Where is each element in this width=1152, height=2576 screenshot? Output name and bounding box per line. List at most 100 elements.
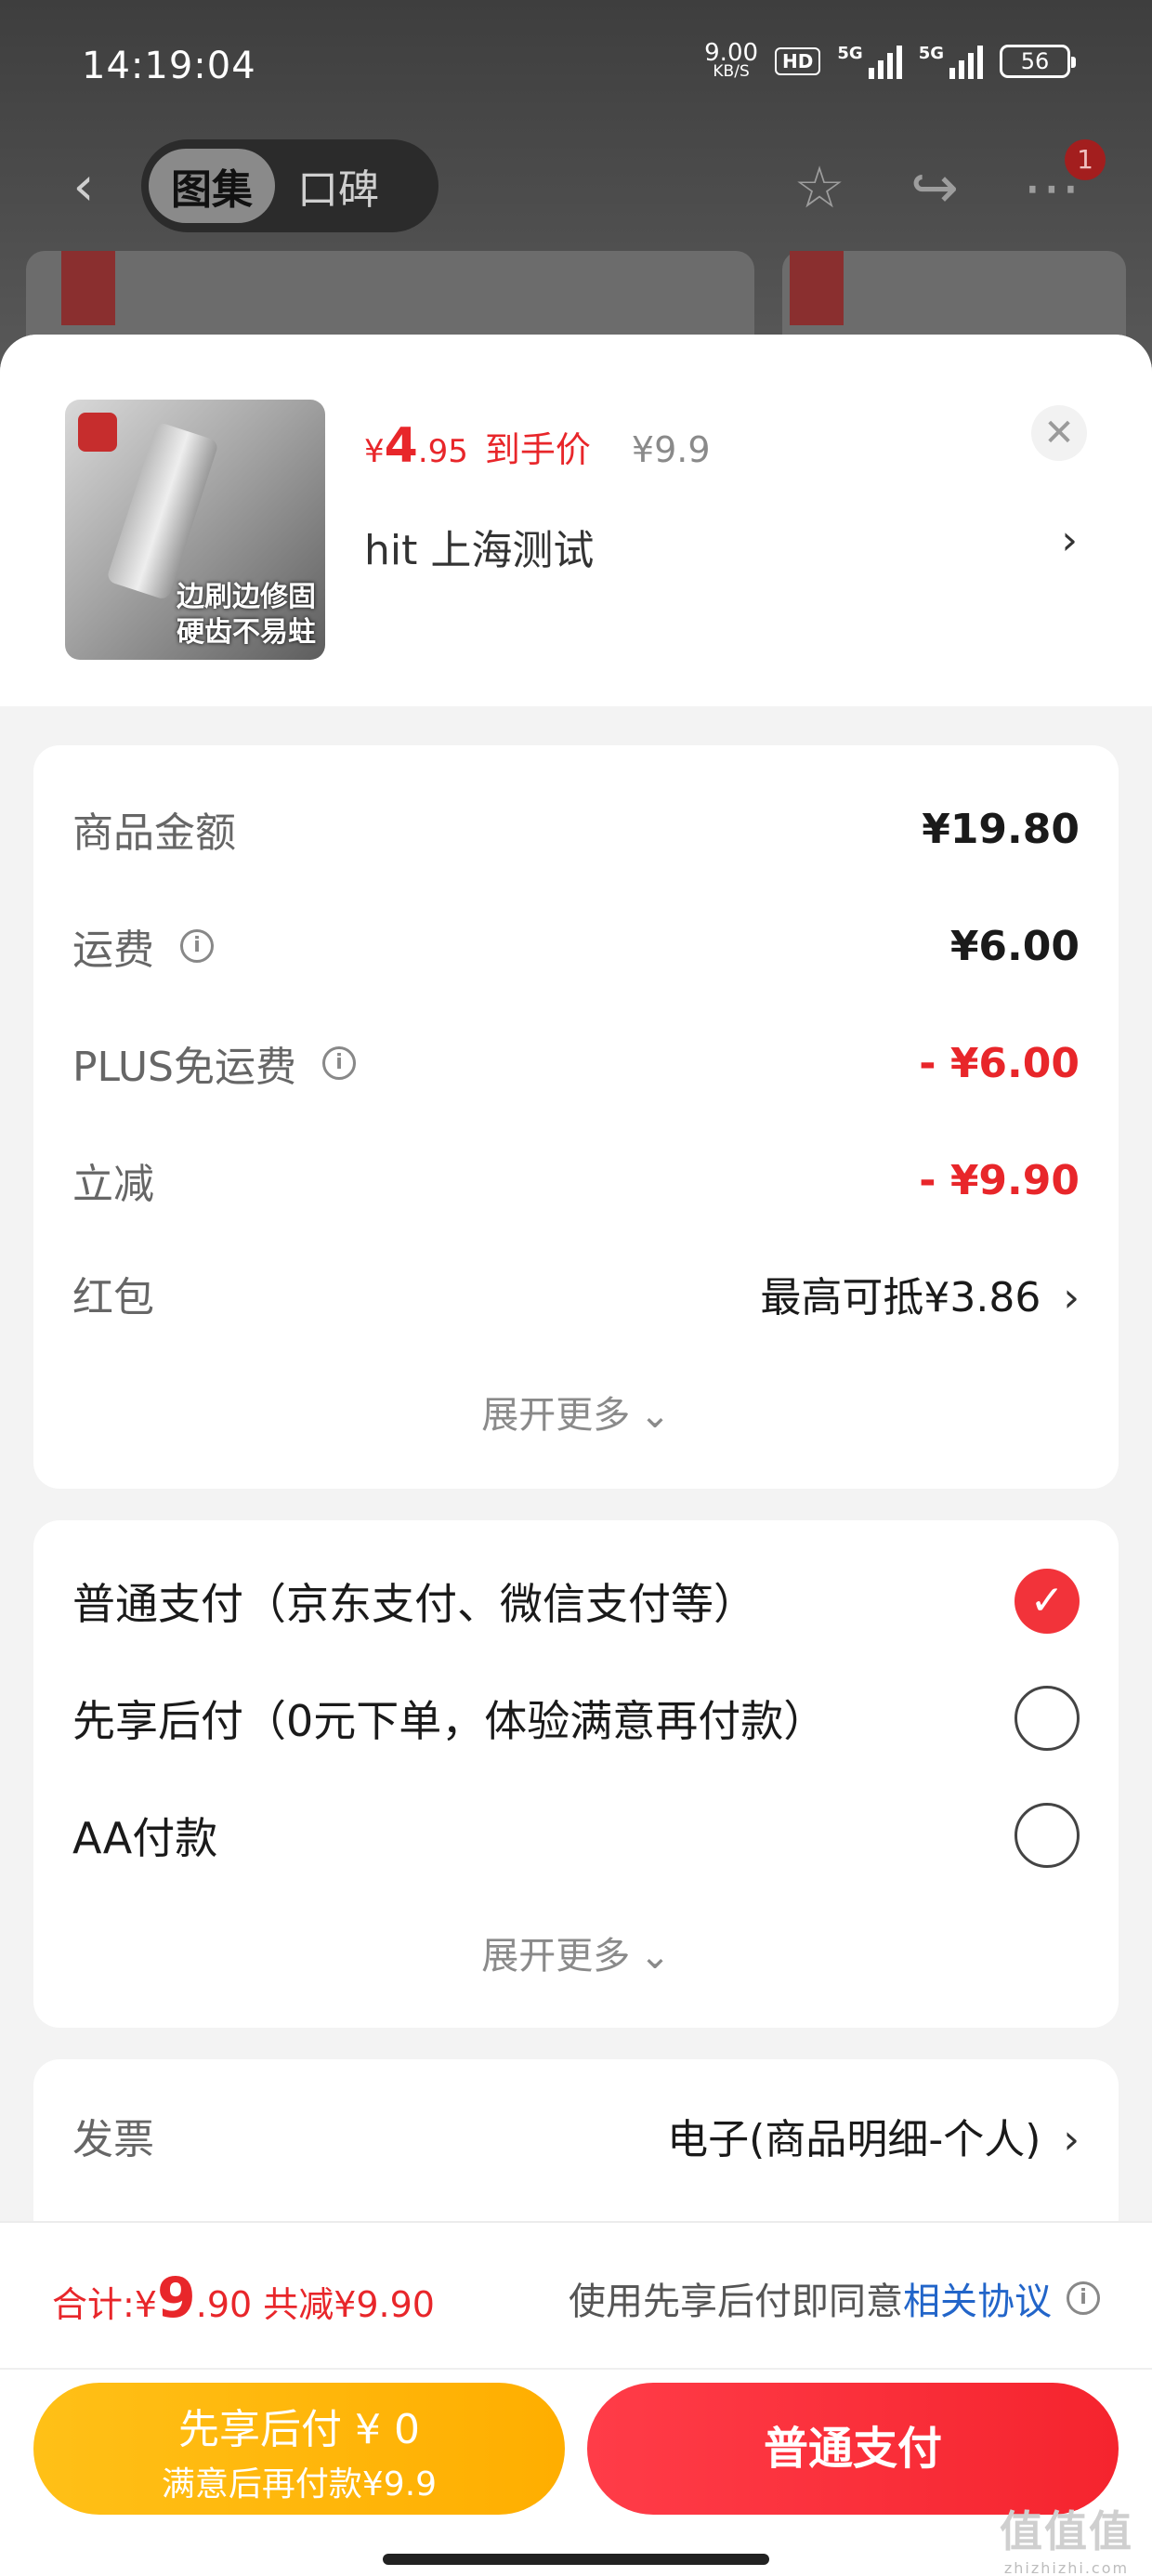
battery-icon: 56 xyxy=(1000,45,1076,78)
chevron-right-icon[interactable]: › xyxy=(1061,517,1078,564)
payment-method-card: 普通支付（京东支付、微信支付等） ✓ 先享后付（0元下单，体验满意再付款） AA… xyxy=(33,1520,1119,2028)
network-speed: 9.00 KB/S xyxy=(704,39,759,81)
brand-logo xyxy=(61,251,115,325)
payment-option-normal[interactable]: 普通支付（京东支付、微信支付等） ✓ xyxy=(72,1569,1080,1634)
home-indicator[interactable] xyxy=(383,2554,769,2565)
summary-value: ¥6.00 xyxy=(949,922,1080,970)
info-icon[interactable]: i xyxy=(180,929,214,963)
original-price: ¥9.9 xyxy=(631,429,711,470)
back-icon[interactable]: ‹ xyxy=(58,159,110,213)
summary-row: 商品金额 ¥19.80 xyxy=(72,799,1080,859)
total-symbol: ¥ xyxy=(134,2284,157,2325)
watermark: 值值值 zhizhizhi.com xyxy=(1000,2498,1133,2576)
signal-label: 5G xyxy=(918,44,944,63)
chevron-down-icon: ⌄ xyxy=(639,1394,671,1437)
brand-logo xyxy=(78,413,117,452)
invoice-value-text: 电子(商品明细-个人) xyxy=(667,2116,1041,2163)
summary-row: 运费 i ¥6.00 xyxy=(72,916,1080,976)
product-header: 边刷边修固 硬齿不易蛀 ¥4.95 到手价 ¥9.9 ✕ hit 上海测试 › xyxy=(0,335,1152,706)
status-indicators: 9.00 KB/S HD 5G 5G 56 xyxy=(704,39,1076,81)
summary-label: 立减 xyxy=(72,1161,154,1208)
invoice-value: 电子(商品明细-个人) › xyxy=(667,2106,1080,2165)
pay-later-button[interactable]: 先享后付 ¥ 0 满意后再付款¥9.9 xyxy=(33,2383,565,2515)
expand-more-button[interactable]: 展开更多 ⌄ xyxy=(33,1385,1119,1439)
product-image-caption: 边刷边修固 硬齿不易蛀 xyxy=(177,580,316,651)
product-image: 边刷边修固 硬齿不易蛀 xyxy=(65,400,325,660)
share-icon[interactable]: ↪ xyxy=(901,154,968,221)
watermark-sub: zhizhizhi.com xyxy=(1003,2559,1130,2576)
payment-option-aa[interactable]: AA付款 xyxy=(72,1803,1080,1868)
status-bar: 14:19:04 9.00 KB/S HD 5G 5G 56 xyxy=(0,0,1152,139)
red-packet-value: 最高可抵¥3.86 xyxy=(760,1274,1041,1321)
agreement-text: 使用先享后付即同意 相关协议 i xyxy=(569,2271,1100,2325)
summary-row: PLUS免运费 i - ¥6.00 xyxy=(72,1033,1080,1093)
divider xyxy=(0,2368,1152,2370)
network-speed-unit: KB/S xyxy=(713,62,750,81)
pay-later-subtitle: 满意后再付款¥9.9 xyxy=(161,2465,438,2504)
top-nav: ‹ 图集 口碑 ☆ ↪ ⋯ 1 xyxy=(0,139,1152,242)
payment-option-later[interactable]: 先享后付（0元下单，体验满意再付款） xyxy=(72,1686,1080,1751)
summary-label: 商品金额 xyxy=(72,809,236,857)
checkmark-icon[interactable]: ✓ xyxy=(1015,1569,1080,1634)
summary-value: ¥19.80 xyxy=(922,805,1080,853)
tab-reviews[interactable]: 口碑 xyxy=(275,149,401,223)
summary-value: - ¥6.00 xyxy=(919,1039,1080,1087)
tab-gallery[interactable]: 图集 xyxy=(149,149,275,223)
summary-row: 立减 - ¥9.90 xyxy=(72,1150,1080,1210)
star-icon[interactable]: ☆ xyxy=(786,154,853,221)
final-price-tag: 到手价 xyxy=(484,429,591,470)
total-integer: 9 xyxy=(157,2266,196,2331)
red-packet-row[interactable]: 红包 最高可抵¥3.86 › xyxy=(72,1264,1080,1323)
brand-logo xyxy=(790,251,844,325)
invoice-card[interactable]: 发票 电子(商品明细-个人) › xyxy=(33,2059,1119,2245)
battery-level: 56 xyxy=(1020,48,1050,74)
price-row: ¥4.95 到手价 ¥9.9 xyxy=(364,418,711,474)
payment-option-label: 普通支付（京东支付、微信支付等） xyxy=(72,1579,756,1629)
notification-badge: 1 xyxy=(1065,139,1106,180)
network-speed-value: 9.00 xyxy=(704,39,759,67)
expand-more-label: 展开更多 xyxy=(481,1935,631,1978)
info-icon[interactable]: i xyxy=(1067,2281,1100,2315)
radio-button[interactable] xyxy=(1015,1803,1080,1868)
summary-label: PLUS免运费 i xyxy=(72,1033,356,1093)
signal-icon: 5G xyxy=(919,44,983,79)
payment-option-label: 先享后付（0元下单，体验满意再付款） xyxy=(72,1696,827,1746)
hd-icon: HD xyxy=(775,47,821,75)
total-saved: 共减¥9.90 xyxy=(263,2284,435,2325)
pay-later-title: 先享后付 ¥ 0 xyxy=(178,2406,420,2453)
payment-option-label: AA付款 xyxy=(72,1813,218,1863)
summary-label-text: 运费 xyxy=(72,927,154,974)
chevron-right-icon: › xyxy=(1063,2116,1080,2163)
checkout-footer: 合计: ¥ 9 .90 共减¥9.90 使用先享后付即同意 相关协议 i 先享后… xyxy=(0,2221,1152,2576)
summary-label-text: PLUS免运费 xyxy=(72,1044,296,1091)
radio-button[interactable] xyxy=(1015,1686,1080,1751)
expand-more-label: 展开更多 xyxy=(481,1394,631,1437)
close-icon[interactable]: ✕ xyxy=(1031,405,1087,461)
summary-value: - ¥9.90 xyxy=(919,1156,1080,1204)
background-page: 14:19:04 9.00 KB/S HD 5G 5G 56 ‹ 图集 口碑 ☆… xyxy=(0,0,1152,400)
summary-label: 红包 xyxy=(72,1274,154,1321)
tab-switcher: 图集 口碑 xyxy=(141,139,439,232)
total-summary: 合计: ¥ 9 .90 共减¥9.90 xyxy=(52,2266,435,2331)
expand-more-button[interactable]: 展开更多 ⌄ xyxy=(33,1925,1119,1979)
caption-line: 硬齿不易蛀 xyxy=(177,616,316,649)
summary-value: 最高可抵¥3.86 › xyxy=(760,1264,1080,1323)
signal-icon: 5G xyxy=(837,44,902,79)
status-time: 14:19:04 xyxy=(82,45,256,87)
total-decimal: .90 xyxy=(195,2284,253,2325)
invoice-row[interactable]: 发票 电子(商品明细-个人) › xyxy=(72,2106,1080,2165)
agreement-prefix: 使用先享后付即同意 xyxy=(569,2280,903,2323)
final-price: ¥4.95 xyxy=(364,418,468,474)
chevron-right-icon: › xyxy=(1063,1274,1080,1321)
invoice-label: 发票 xyxy=(72,2116,154,2163)
summary-label: 运费 i xyxy=(72,916,214,976)
price-decimal: .95 xyxy=(417,433,468,470)
price-symbol: ¥ xyxy=(364,433,385,470)
agreement-link[interactable]: 相关协议 xyxy=(903,2271,1052,2325)
watermark-main: 值值值 xyxy=(1000,2506,1133,2556)
address-selector[interactable]: hit 上海测试 xyxy=(364,517,594,576)
info-icon[interactable]: i xyxy=(322,1046,356,1080)
normal-pay-button[interactable]: 普通支付 xyxy=(587,2383,1119,2515)
caption-line: 边刷边修固 xyxy=(177,581,316,613)
order-summary-card: 商品金额 ¥19.80 运费 i ¥6.00 PLUS免运费 i - ¥6.00 立… xyxy=(33,745,1119,1489)
